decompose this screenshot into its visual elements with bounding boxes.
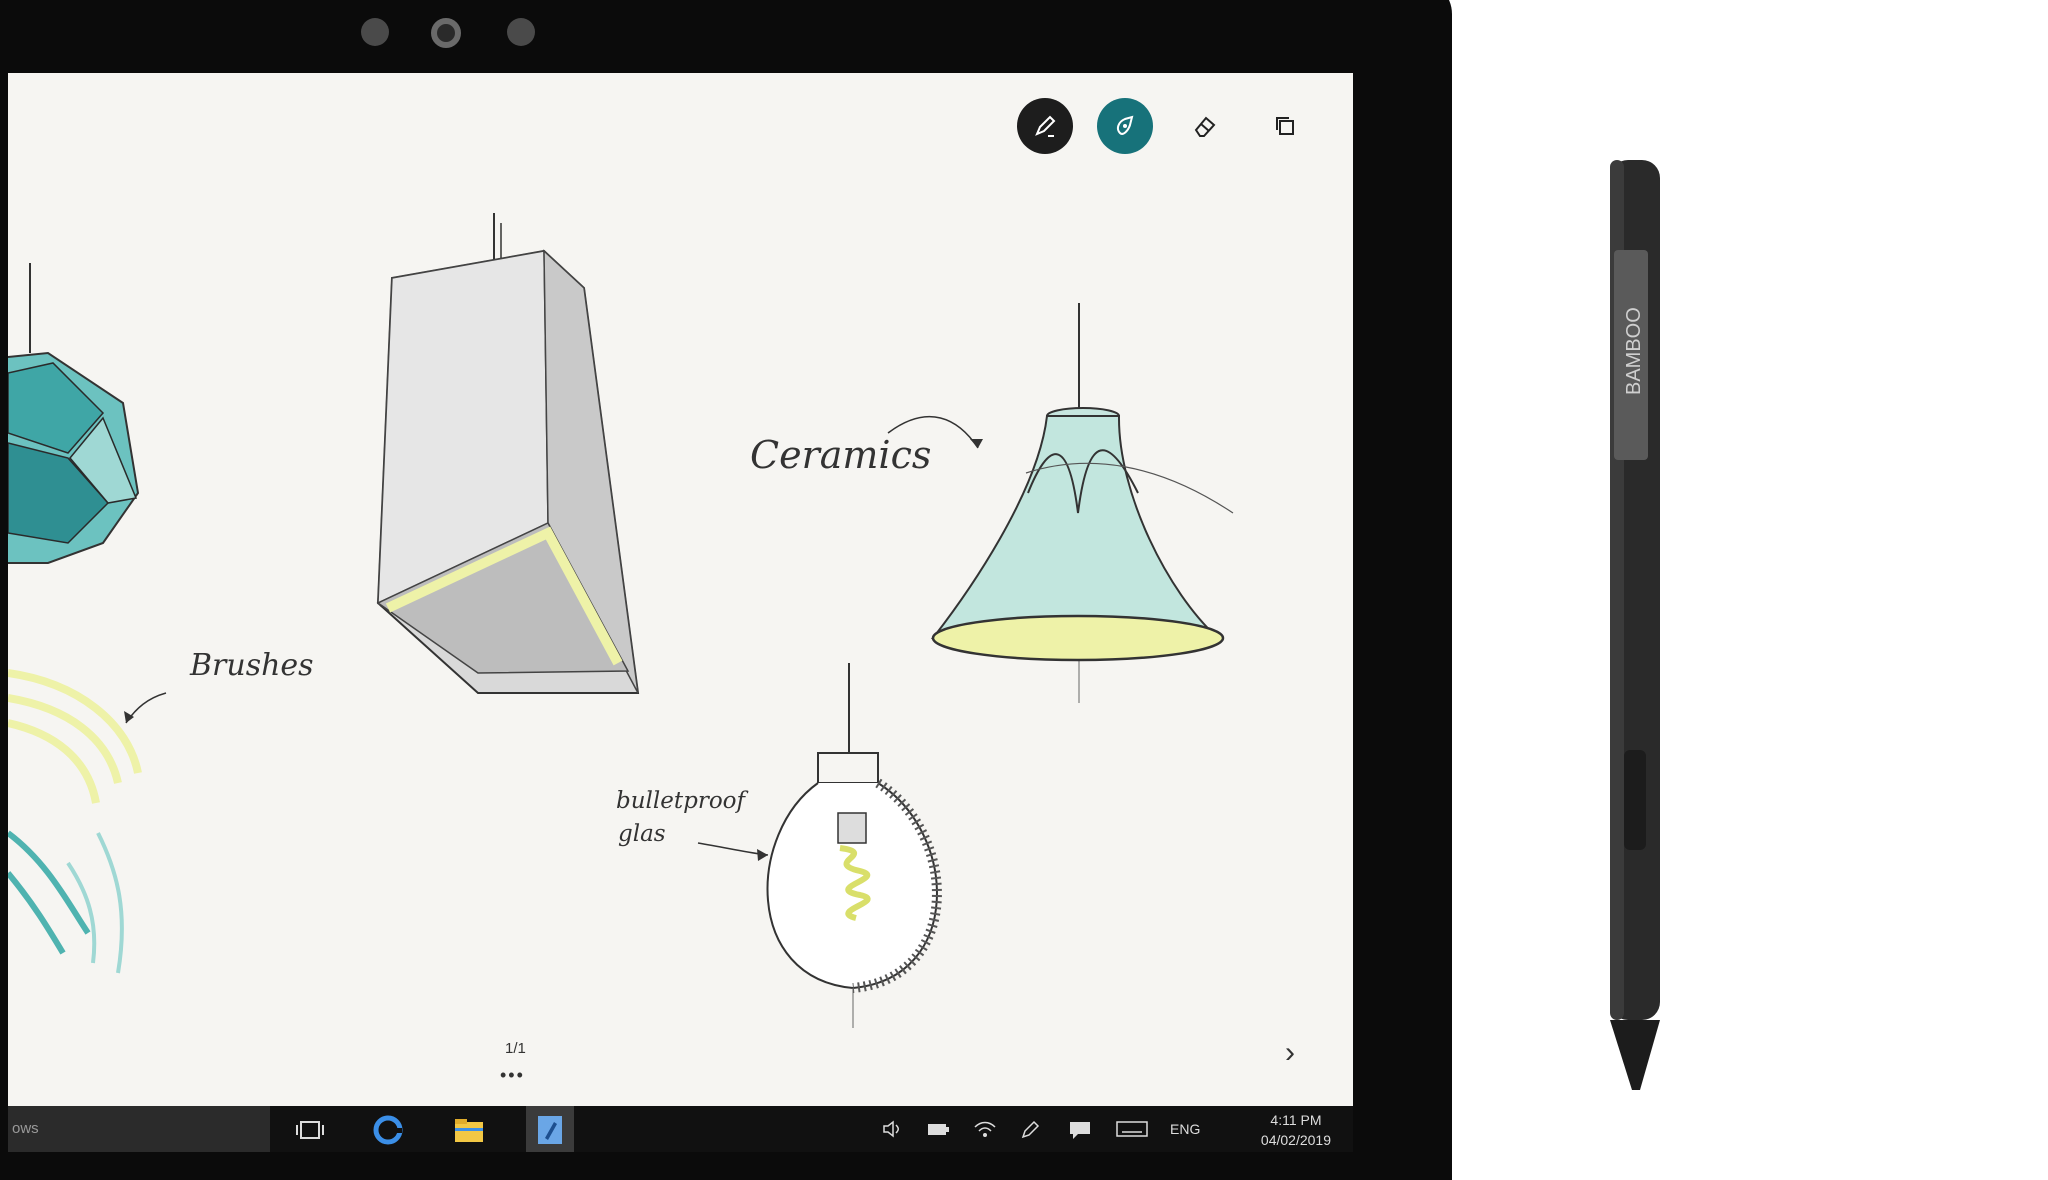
annotation-glas: glas: [618, 821, 666, 847]
stylus-side-button: [1624, 750, 1646, 850]
clock-time: 4:11 PM: [1270, 1112, 1322, 1128]
bamboo-paper-app-icon[interactable]: [534, 1114, 566, 1146]
drawing-canvas[interactable]: Ceramics Brushes bulletproof glas 1/1 ••…: [8, 73, 1353, 1106]
pen-workspace-icon[interactable]: [1020, 1120, 1040, 1143]
eraser-icon: [1194, 116, 1216, 137]
camera-dot: [431, 18, 461, 48]
page-indicator: 1/1: [505, 1040, 526, 1057]
bamboo-stylus: BAMBOO: [1610, 160, 1660, 1090]
brush-strokes-sketch: [8, 669, 142, 974]
battery-icon[interactable]: [926, 1120, 950, 1141]
wifi-icon[interactable]: [974, 1120, 996, 1141]
touch-keyboard-icon[interactable]: [1116, 1120, 1148, 1141]
task-view-icon[interactable]: [294, 1114, 326, 1146]
annotation-brushes: Brushes: [190, 648, 314, 683]
notifications-icon[interactable]: [1068, 1120, 1092, 1143]
taskbar-clock[interactable]: 4:11 PM 04/02/2019: [1261, 1110, 1331, 1150]
annotation-ceramics: Ceramics: [750, 433, 932, 477]
layers-icon: [1276, 117, 1294, 135]
sketch-layer: [8, 213, 1234, 1028]
layers-tool-button[interactable]: [1257, 98, 1313, 154]
ink-tool-button[interactable]: [1097, 98, 1153, 154]
drawing-toolbar: [1017, 98, 1313, 154]
eraser-tool-button[interactable]: [1177, 98, 1233, 154]
stylus-tip: [1610, 1020, 1660, 1090]
language-indicator[interactable]: ENG: [1170, 1121, 1200, 1137]
geometric-lamp-sketch: [8, 263, 140, 564]
drop-icon: [1116, 115, 1134, 135]
page-menu-dots[interactable]: •••: [500, 1065, 525, 1086]
bulb-lamp-sketch: [766, 663, 942, 1028]
pen-tool-button[interactable]: [1017, 98, 1073, 154]
box-lamp-sketch: [376, 213, 640, 694]
ceramic-lamp-sketch: [930, 303, 1234, 703]
stylus-brand-label: BAMBOO: [1623, 307, 1645, 395]
file-explorer-icon[interactable]: [453, 1114, 485, 1146]
taskbar-search[interactable]: ows: [8, 1106, 270, 1152]
next-page-button[interactable]: ›: [1285, 1036, 1295, 1070]
sensor-dot-right: [507, 18, 535, 46]
clock-date: 04/02/2019: [1260, 1132, 1331, 1148]
annotation-bulletproof: bulletproof: [616, 788, 746, 814]
sensor-dot-left: [361, 18, 389, 46]
volume-icon[interactable]: [882, 1120, 904, 1141]
windows-taskbar: ows ENG 4:11 PM 04/02/2019: [8, 1106, 1353, 1152]
pen-icon: [1035, 115, 1056, 137]
edge-browser-icon[interactable]: [372, 1114, 404, 1146]
